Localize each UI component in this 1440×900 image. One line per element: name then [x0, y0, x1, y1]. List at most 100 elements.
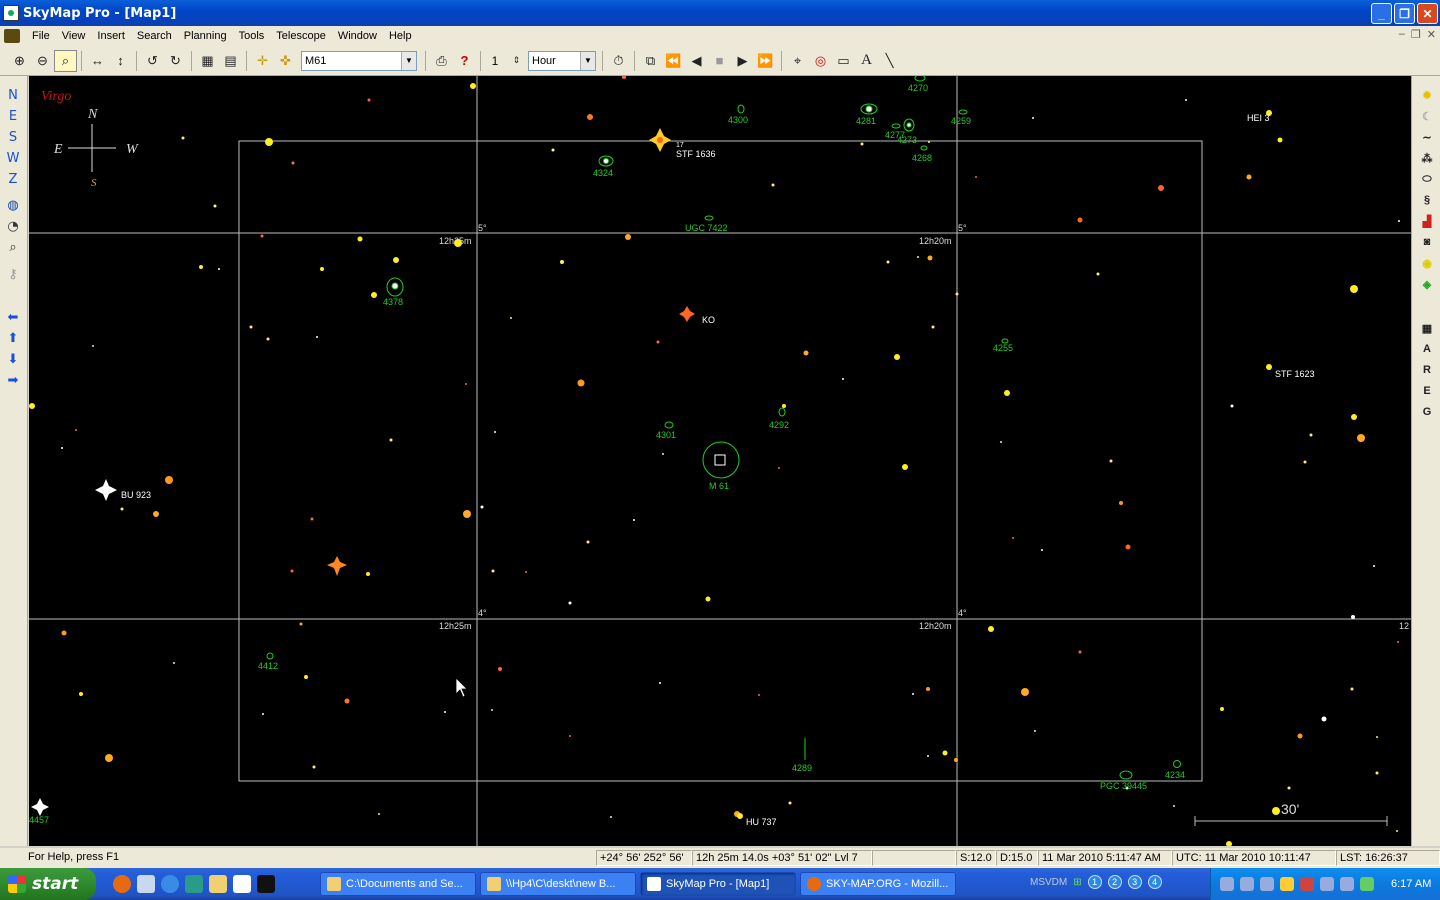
text-icon[interactable]: A: [855, 50, 878, 72]
network-icon[interactable]: [1220, 877, 1234, 891]
star-STF-1623[interactable]: [1266, 364, 1272, 370]
step-spinner-icon[interactable]: ⇕: [505, 50, 528, 72]
compass-icon[interactable]: ◔: [4, 217, 22, 235]
magnifier-icon[interactable]: ⌕: [4, 238, 22, 256]
camera-icon[interactable]: ◙: [1418, 233, 1436, 251]
star-bright[interactable]: [327, 556, 347, 576]
rotate-right-icon[interactable]: ↻: [164, 50, 187, 72]
telescope-icon[interactable]: ⌖: [786, 50, 809, 72]
rewind-icon[interactable]: ⏪: [662, 50, 685, 72]
task-documents[interactable]: C:\Documents and Se...: [320, 872, 476, 896]
security-icon[interactable]: [1280, 877, 1294, 891]
mdi-doc-icon[interactable]: [4, 29, 20, 43]
menu-search[interactable]: Search: [131, 30, 178, 42]
arrow-left-icon[interactable]: ⬅: [4, 308, 22, 326]
time-step-value[interactable]: 1: [485, 54, 505, 68]
galaxy-m61[interactable]: [702, 441, 740, 479]
lang-label[interactable]: MSVDM: [1030, 877, 1067, 888]
view-east-button[interactable]: E: [4, 107, 22, 125]
comet-icon[interactable]: ∼: [1418, 128, 1436, 146]
step-back-icon[interactable]: ◀: [685, 50, 708, 72]
moon-icon[interactable]: ☾: [1418, 107, 1436, 125]
desktop-4-button[interactable]: 4: [1147, 875, 1162, 889]
skymap-quick-icon[interactable]: [233, 875, 251, 893]
rectangle-icon[interactable]: ▭: [832, 50, 855, 72]
galaxy-pgc-39445[interactable]: [1119, 770, 1133, 780]
arrow-right-icon[interactable]: ➡: [4, 371, 22, 389]
time-unit-combo[interactable]: Hour ▼: [528, 50, 596, 71]
desktop-icon[interactable]: [137, 875, 155, 893]
pan-horizontal-icon[interactable]: ↔: [86, 50, 109, 72]
desktop-2-button[interactable]: 2: [1107, 875, 1122, 889]
media-icon[interactable]: [185, 875, 203, 893]
display-icon[interactable]: [1240, 877, 1254, 891]
view-south-button[interactable]: S: [4, 128, 22, 146]
start-button[interactable]: start: [0, 868, 96, 900]
arrow-down-icon[interactable]: ⬇: [4, 350, 22, 368]
grid-alt-icon[interactable]: ▤: [219, 50, 242, 72]
ie-icon[interactable]: [161, 875, 179, 893]
galaxy-4268[interactable]: [920, 145, 928, 151]
object-search-combo[interactable]: M61 ▼: [301, 50, 417, 71]
galaxy-icon[interactable]: ⬭: [1418, 170, 1436, 188]
mdi-close-icon[interactable]: ✕: [1427, 28, 1436, 41]
monitor-icon[interactable]: [1260, 877, 1274, 891]
view-west-button[interactable]: W: [4, 149, 22, 167]
app-icon[interactable]: [3, 5, 19, 21]
galaxy-4234[interactable]: [1173, 760, 1181, 768]
menu-telescope[interactable]: Telescope: [270, 30, 332, 42]
sun-icon[interactable]: ✹: [1418, 86, 1436, 104]
star-4457[interactable]: [31, 798, 49, 816]
colors-icon[interactable]: ◈: [1418, 275, 1436, 293]
restore-button[interactable]: ❐: [1394, 3, 1415, 24]
menu-help[interactable]: Help: [383, 30, 418, 42]
grid-icon[interactable]: ⊞: [1073, 877, 1081, 888]
star-map[interactable]: 12h25m 12h20m 12h25m 12h20m 12 5° 5° 4° …: [29, 76, 1411, 846]
label-a-button[interactable]: A: [1418, 340, 1436, 358]
folder-icon[interactable]: [209, 875, 227, 893]
fast-forward-icon[interactable]: ⏩: [754, 50, 777, 72]
desktop-3-button[interactable]: 3: [1127, 875, 1142, 889]
help-pointer-icon[interactable]: ?: [453, 50, 476, 72]
console-icon[interactable]: [257, 875, 275, 893]
center-icon[interactable]: ✛: [251, 50, 274, 72]
grid-icon[interactable]: ▦: [196, 50, 219, 72]
menu-file[interactable]: File: [26, 30, 56, 42]
play-icon[interactable]: ▶: [731, 50, 754, 72]
desktop-1-button[interactable]: 1: [1087, 875, 1102, 889]
volume-icon[interactable]: [1320, 877, 1334, 891]
galaxy-4277[interactable]: [891, 123, 901, 129]
label-g-button[interactable]: G: [1418, 403, 1436, 421]
cluster-icon[interactable]: ▟: [1418, 212, 1436, 230]
link-icon[interactable]: ⧉: [639, 50, 662, 72]
stop-icon[interactable]: ■: [708, 50, 731, 72]
zoom-select-icon[interactable]: ⌕: [54, 49, 77, 72]
center-alt-icon[interactable]: ✜: [274, 50, 297, 72]
task-skymap[interactable]: SkyMap Pro - [Map1]: [640, 872, 796, 896]
firefox-icon[interactable]: [113, 875, 131, 893]
bulb-icon[interactable]: ◉: [1418, 254, 1436, 272]
galaxy-4412[interactable]: [266, 652, 274, 660]
clock[interactable]: 6:17 AM: [1391, 878, 1431, 890]
galaxy-4300[interactable]: [737, 104, 745, 114]
galaxy-ugc-7422[interactable]: [704, 215, 714, 221]
star-map-canvas[interactable]: 12h25m 12h20m 12h25m 12h20m 12 5° 5° 4° …: [29, 76, 1411, 846]
menu-view[interactable]: View: [56, 30, 92, 42]
menu-window[interactable]: Window: [332, 30, 383, 42]
star-BU-923[interactable]: [95, 479, 117, 501]
arrow-up-icon[interactable]: ⬆: [4, 329, 22, 347]
label-e-button[interactable]: E: [1418, 382, 1436, 400]
zoom-out-icon[interactable]: ⊖: [31, 50, 54, 72]
pan-vertical-icon[interactable]: ↕: [109, 50, 132, 72]
galaxy-4270[interactable]: [914, 76, 926, 82]
key-icon[interactable]: ⚷: [4, 265, 22, 283]
star-HU-737[interactable]: [737, 813, 743, 819]
minimize-button[interactable]: _: [1371, 3, 1392, 24]
task-firefox[interactable]: SKY-MAP.ORG - Mozill...: [800, 872, 956, 896]
asteroid-icon[interactable]: ⁂: [1418, 149, 1436, 167]
print-icon[interactable]: ⎙: [430, 50, 453, 72]
globe-icon[interactable]: ◍: [4, 196, 22, 214]
task-network-folder[interactable]: \\Hp4\C\deskt\new B...: [480, 872, 636, 896]
zoom-in-icon[interactable]: ⊕: [8, 50, 31, 72]
view-zenith-button[interactable]: Z: [4, 170, 22, 188]
